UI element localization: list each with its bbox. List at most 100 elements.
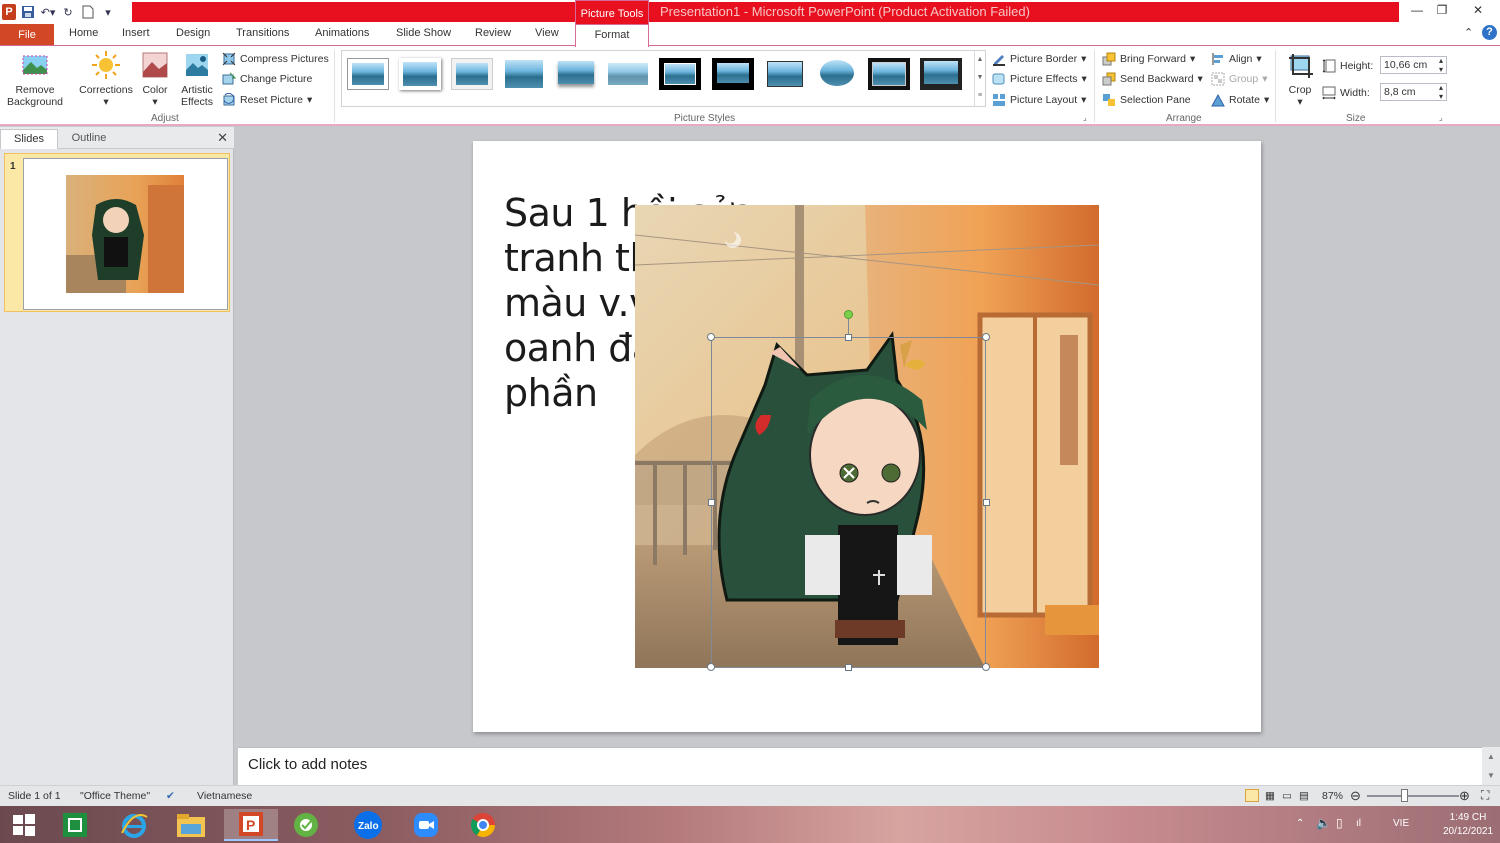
send-backward-button[interactable]: Send Backward ▾ bbox=[1102, 70, 1203, 88]
zoom-level[interactable]: 87% bbox=[1322, 790, 1343, 802]
tab-slides[interactable]: Slides bbox=[0, 129, 58, 149]
ribbon-collapse-icon[interactable]: ⌃ bbox=[1464, 26, 1473, 39]
restore-button[interactable]: ❐ bbox=[1429, 0, 1455, 20]
powerpoint-logo-icon[interactable]: P bbox=[2, 4, 16, 20]
zoom-slider-thumb[interactable] bbox=[1401, 789, 1408, 802]
gallery-scroll[interactable]: ▲ ▼ ≡ bbox=[974, 51, 985, 106]
scroll-up-icon[interactable]: ▲ bbox=[1482, 747, 1500, 766]
slide-thumbnail-selected[interactable]: 1 bbox=[4, 153, 230, 312]
internet-explorer-icon[interactable] bbox=[118, 809, 150, 841]
minimize-button[interactable]: — bbox=[1404, 0, 1430, 20]
tab-format[interactable]: Format bbox=[575, 24, 649, 47]
align-button[interactable]: Align ▾ bbox=[1211, 50, 1262, 68]
tab-outline[interactable]: Outline bbox=[60, 129, 118, 149]
resize-handle-right[interactable] bbox=[983, 499, 990, 506]
spell-check-icon[interactable]: ✔ bbox=[166, 790, 175, 802]
picture-style-rotated[interactable] bbox=[764, 58, 806, 90]
zoom-slider[interactable] bbox=[1367, 795, 1459, 797]
tab-design[interactable]: Design bbox=[176, 27, 210, 39]
tab-home[interactable]: Home bbox=[69, 27, 98, 39]
tab-animations[interactable]: Animations bbox=[315, 27, 369, 39]
picture-style-soft-oval[interactable] bbox=[607, 58, 649, 90]
height-field[interactable]: 10,66 cm ▴ ▾ bbox=[1380, 56, 1447, 74]
coccoc-browser-icon[interactable] bbox=[290, 809, 322, 841]
selection-pane-button[interactable]: Selection Pane bbox=[1102, 91, 1191, 109]
language-status[interactable]: Vietnamese bbox=[197, 790, 252, 802]
powerpoint-app-icon[interactable]: P bbox=[224, 809, 278, 841]
tab-insert[interactable]: Insert bbox=[122, 27, 150, 39]
resize-handle-bottom-right[interactable] bbox=[982, 663, 990, 671]
gallery-more-icon[interactable]: ≡ bbox=[975, 87, 985, 105]
picture-style-drop-shadow[interactable] bbox=[555, 58, 597, 90]
width-spinner-icon[interactable]: ▴ ▾ bbox=[1439, 83, 1443, 101]
slide-thumbnail[interactable] bbox=[23, 158, 228, 310]
help-icon[interactable]: ? bbox=[1482, 25, 1497, 40]
gallery-up-icon[interactable]: ▲ bbox=[975, 51, 985, 69]
change-picture-button[interactable]: Change Picture bbox=[222, 70, 312, 88]
picture-style-shadow[interactable] bbox=[399, 58, 441, 90]
normal-view-icon[interactable] bbox=[1245, 789, 1259, 802]
corrections-button[interactable]: Corrections ▾ bbox=[76, 50, 136, 108]
volume-icon[interactable]: 🔈 bbox=[1316, 816, 1331, 830]
remove-background-button[interactable]: Remove Background bbox=[4, 50, 66, 108]
picture-style-oval[interactable] bbox=[816, 58, 858, 90]
resize-handle-left[interactable] bbox=[708, 499, 715, 506]
new-document-icon[interactable] bbox=[80, 4, 96, 20]
tab-transitions[interactable]: Transitions bbox=[236, 27, 289, 39]
zoom-app-icon[interactable] bbox=[410, 809, 442, 841]
picture-style-black-frame[interactable] bbox=[712, 58, 754, 90]
resize-handle-top-left[interactable] bbox=[707, 333, 715, 341]
crop-button[interactable]: Crop ▾ bbox=[1283, 50, 1317, 108]
fit-to-window-icon[interactable]: ⛶ bbox=[1481, 788, 1489, 803]
file-explorer-icon[interactable] bbox=[175, 809, 207, 841]
undo-icon[interactable]: ↶▾ bbox=[40, 4, 56, 20]
wifi-icon[interactable]: ıl bbox=[1356, 818, 1361, 829]
bring-forward-button[interactable]: Bring Forward ▾ bbox=[1102, 50, 1195, 68]
excel-app-icon[interactable] bbox=[59, 809, 91, 841]
theme-status[interactable]: "Office Theme" bbox=[80, 790, 150, 802]
notes-pane[interactable]: Click to add notes bbox=[238, 747, 1482, 785]
tab-slide-show[interactable]: Slide Show bbox=[396, 27, 451, 39]
picture-styles-dialog-launcher-icon[interactable]: ⌟ bbox=[1083, 113, 1087, 122]
input-language[interactable]: VIE bbox=[1393, 818, 1409, 829]
redo-icon[interactable]: ↻ bbox=[60, 4, 76, 20]
color-button[interactable]: Color ▾ bbox=[139, 50, 171, 108]
picture-border-button[interactable]: Picture Border ▾ bbox=[992, 50, 1086, 68]
tab-file[interactable]: File bbox=[0, 24, 54, 46]
chrome-browser-icon[interactable] bbox=[467, 809, 499, 841]
reading-view-icon[interactable]: ▭ bbox=[1282, 790, 1292, 802]
slide-sorter-icon[interactable]: ▦ bbox=[1265, 790, 1275, 802]
rotate-button[interactable]: Rotate ▾ bbox=[1211, 91, 1269, 109]
save-icon[interactable] bbox=[20, 4, 36, 20]
slide-canvas[interactable]: Sau 1 hồi sửa tranh thêm màu v.v thì oan… bbox=[473, 141, 1261, 732]
windows-start-icon[interactable] bbox=[8, 809, 40, 841]
picture-style-thick-black[interactable] bbox=[659, 58, 701, 90]
height-spinner-icon[interactable]: ▴ ▾ bbox=[1439, 56, 1443, 74]
tab-review[interactable]: Review bbox=[475, 27, 511, 39]
resize-handle-bottom-left[interactable] bbox=[707, 663, 715, 671]
resize-handle-bottom[interactable] bbox=[845, 664, 852, 671]
battery-icon[interactable]: ▯ bbox=[1336, 816, 1343, 830]
picture-style-bevel[interactable] bbox=[920, 58, 962, 90]
artistic-effects-button[interactable]: Artistic Effects bbox=[175, 50, 219, 108]
resize-handle-top[interactable] bbox=[845, 334, 852, 341]
zoom-out-icon[interactable]: ⊖ bbox=[1350, 788, 1361, 804]
picture-style-soft-frame[interactable] bbox=[451, 58, 493, 90]
compress-pictures-button[interactable]: Compress Pictures bbox=[222, 50, 329, 68]
tab-view[interactable]: View bbox=[535, 27, 559, 39]
vertical-scrollbar[interactable]: ▲ ▼ bbox=[1482, 747, 1500, 785]
zalo-app-icon[interactable]: Zalo bbox=[352, 809, 384, 841]
picture-layout-button[interactable]: Picture Layout ▾ bbox=[992, 91, 1086, 109]
zoom-in-icon[interactable]: ⊕ bbox=[1459, 788, 1470, 804]
resize-handle-top-right[interactable] bbox=[982, 333, 990, 341]
gallery-down-icon[interactable]: ▼ bbox=[975, 69, 985, 87]
group-button[interactable]: Group ▾ bbox=[1211, 70, 1267, 88]
size-dialog-launcher-icon[interactable]: ⌟ bbox=[1439, 113, 1443, 122]
picture-style-soft-edge[interactable] bbox=[503, 58, 545, 90]
width-field[interactable]: 8,8 cm ▴ ▾ bbox=[1380, 83, 1447, 101]
reset-picture-button[interactable]: Reset Picture ▾ bbox=[222, 91, 312, 109]
notes-placeholder[interactable]: Click to add notes bbox=[248, 756, 367, 773]
picture-styles-gallery[interactable]: ▲ ▼ ≡ bbox=[341, 50, 986, 107]
clock[interactable]: 1:49 CH 20/12/2021 bbox=[1438, 811, 1498, 839]
picture-effects-button[interactable]: Picture Effects ▾ bbox=[992, 70, 1087, 88]
